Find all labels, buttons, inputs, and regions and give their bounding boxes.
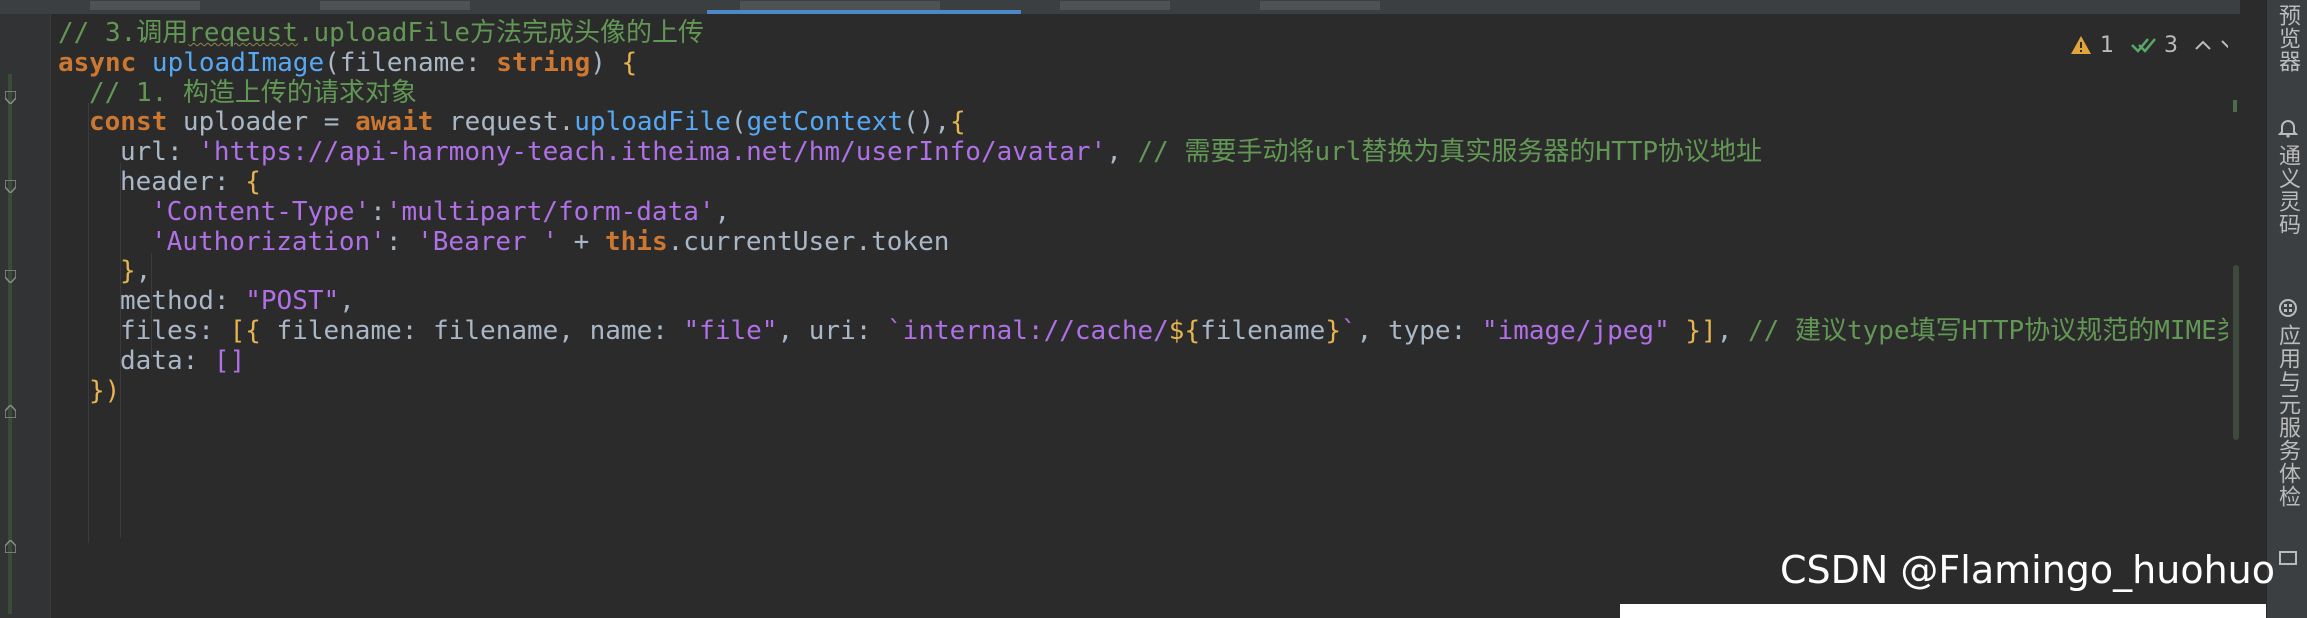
ok-count: 3 (2164, 32, 2178, 58)
right-tool-panel: 预览器 通义灵码 应用与元服务体检 (2266, 0, 2307, 618)
vcs-change-marker[interactable] (8, 74, 12, 614)
code-line[interactable]: 'Authorization': 'Bearer ' + this.curren… (151, 222, 949, 262)
double-check-icon (2131, 38, 2156, 53)
code-token: }] (1685, 316, 1717, 346)
code-token: "file" (683, 316, 778, 346)
tool-app-services[interactable]: 应用与元服务体检 (2273, 324, 2303, 508)
fold-end-icon[interactable] (5, 405, 16, 418)
overlay-bar (1620, 604, 2266, 618)
code-token: filename: filename, name: (260, 316, 684, 346)
tool-previewer[interactable]: 预览器 (2273, 4, 2303, 73)
code-token: 'Bearer ' (417, 226, 559, 257)
code-line[interactable]: data: [] (120, 341, 245, 381)
code-token: ` (1341, 316, 1357, 346)
code-token: [] (213, 345, 246, 376)
scroll-thumb[interactable] (2233, 265, 2239, 440)
code-token: { (621, 47, 638, 78)
editor-tab[interactable] (1260, 1, 1380, 10)
code-token: "image/jpeg" (1481, 316, 1670, 346)
code-token: , type: (1356, 316, 1482, 346)
services-icon (2279, 299, 2297, 317)
indent-guide (88, 103, 89, 543)
code-token: string (496, 47, 591, 78)
code-token: 'https://api-harmony-teach.itheima.net/h… (198, 137, 1107, 168)
code-token: , (1106, 137, 1138, 168)
code-token: .currentUser.token (667, 226, 950, 257)
editor-gutter[interactable] (0, 14, 50, 618)
gutter-divider (50, 14, 51, 618)
code-token: ) (590, 47, 622, 78)
fold-end-icon[interactable] (5, 540, 16, 553)
code-line[interactable]: url: 'https://api-harmony-teach.itheima.… (120, 132, 1762, 172)
code-token: } (1325, 316, 1341, 346)
scroll-marker[interactable] (2233, 100, 2237, 112)
code-token: `internal://cache/ (887, 316, 1169, 346)
editor-tab[interactable] (320, 1, 470, 10)
editor-tab[interactable] (90, 1, 200, 10)
editor-tab[interactable] (740, 1, 940, 10)
inspection-widget[interactable]: 1 3 (2070, 28, 2238, 62)
code-token: 'Authorization' (151, 226, 386, 257)
editor-tab[interactable] (1060, 1, 1170, 10)
warning-count: 1 (2100, 32, 2114, 58)
code-token: this (604, 226, 668, 257)
code-token: , uri: (777, 316, 888, 346)
code-token: }) (89, 375, 121, 406)
tool-notifications[interactable]: 通义灵码 (2273, 144, 2303, 236)
watermark: CSDN @Flamingo_huohuo (1780, 548, 2275, 592)
active-tab-indicator (707, 10, 1021, 14)
warning-icon (2071, 36, 2091, 54)
code-token: + (558, 226, 605, 257)
code-token: // 需要手动将url替换为真实服务器的HTTP协议地址 (1137, 137, 1763, 168)
code-token: filename (1200, 316, 1326, 346)
code-token: data: (120, 345, 214, 376)
chevron-up-icon[interactable] (2194, 38, 2212, 52)
code-token: // 建议type填写HTTP协议规范的MIME类型 (1748, 316, 2238, 346)
code-token: , (1716, 316, 1749, 346)
bell-icon (2278, 120, 2298, 138)
code-token: : (385, 226, 418, 257)
code-line[interactable]: }) (89, 371, 120, 411)
fold-arrow-icon[interactable] (5, 180, 16, 193)
panel-icon (2279, 551, 2297, 565)
code-token: ${ (1168, 316, 1201, 346)
code-editor[interactable]: // 3.调用reqeust.uploadFile方法完成头像的上传 async … (58, 18, 2238, 608)
code-line[interactable]: files: [{ filename: filename, name: "fil… (120, 311, 2238, 351)
fold-arrow-icon[interactable] (5, 91, 16, 104)
fold-arrow-icon[interactable] (5, 270, 16, 283)
editor-tab-strip (0, 0, 2240, 14)
